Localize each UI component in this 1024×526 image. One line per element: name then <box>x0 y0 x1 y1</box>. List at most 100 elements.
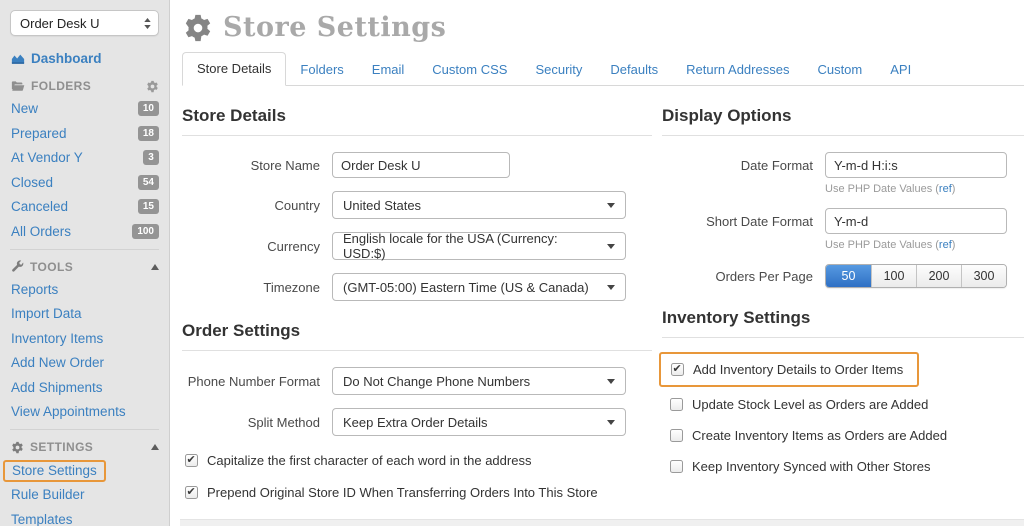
checkbox-keep-inventory-synced[interactable]: Keep Inventory Synced with Other Stores <box>670 459 1024 474</box>
checkbox-label: Prepend Original Store ID When Transferr… <box>207 485 598 500</box>
count-badge: 54 <box>138 175 159 190</box>
count-badge: 15 <box>138 199 159 214</box>
gear-icon <box>183 13 213 43</box>
checkbox-label: Add Inventory Details to Order Items <box>693 362 903 377</box>
dashboard-label: Dashboard <box>31 51 102 66</box>
store-details-heading: Store Details <box>182 106 652 136</box>
php-date-hint: Use PHP Date Values (ref) <box>825 239 1024 251</box>
sidebar-item-import-data[interactable]: Import Data <box>10 304 159 323</box>
sidebar-item-inventory-items[interactable]: Inventory Items <box>10 329 159 348</box>
country-row: Country United States <box>182 191 652 219</box>
checkbox-prepend-store-id[interactable]: Prepend Original Store ID When Transferr… <box>185 485 652 500</box>
ref-link[interactable]: ref <box>939 183 952 195</box>
sidebar-item-closed[interactable]: Closed 54 <box>10 173 159 192</box>
checkbox[interactable] <box>670 398 683 411</box>
tab-return-addresses[interactable]: Return Addresses <box>672 54 803 86</box>
tab-store-details[interactable]: Store Details <box>182 52 286 86</box>
orders-per-page-100[interactable]: 100 <box>871 265 916 287</box>
date-format-label: Date Format <box>662 158 813 173</box>
checkbox[interactable] <box>670 429 683 442</box>
folders-gear-icon[interactable] <box>146 80 159 93</box>
sidebar-item-dashboard[interactable]: Dashboard <box>11 51 159 66</box>
phone-format-select[interactable]: Do Not Change Phone Numbers <box>332 367 626 395</box>
sidebar-item-add-shipments[interactable]: Add Shipments <box>10 378 159 397</box>
collapse-arrow-icon[interactable] <box>151 264 159 270</box>
country-select[interactable]: United States <box>332 191 626 219</box>
sidebar-divider <box>10 249 159 250</box>
count-badge: 3 <box>143 150 159 165</box>
checkbox[interactable] <box>670 460 683 473</box>
store-name-row: Store Name <box>182 152 652 178</box>
date-format-input[interactable] <box>825 152 1007 178</box>
tab-email[interactable]: Email <box>358 54 419 86</box>
sidebar-item-view-appointments[interactable]: View Appointments <box>10 402 159 421</box>
checkbox-label: Update Stock Level as Orders are Added <box>692 397 928 412</box>
inventory-settings-heading: Inventory Settings <box>662 308 1024 338</box>
dashboard-chart-icon <box>11 52 25 66</box>
tab-defaults[interactable]: Defaults <box>596 54 672 86</box>
sidebar-item-new[interactable]: New 10 <box>10 99 159 118</box>
orders-per-page-label: Orders Per Page <box>662 269 813 284</box>
order-settings-heading: Order Settings <box>182 321 652 351</box>
checkbox-update-stock-level[interactable]: Update Stock Level as Orders are Added <box>670 397 1024 412</box>
sidebar: Order Desk U Dashboard FOLDERS N <box>0 0 170 526</box>
sidebar-item-reports[interactable]: Reports <box>10 280 159 299</box>
checkbox-label: Keep Inventory Synced with Other Stores <box>692 459 930 474</box>
sidebar-item-all-orders[interactable]: All Orders 100 <box>10 222 159 241</box>
checkbox[interactable] <box>671 363 684 376</box>
checkbox-capitalize-address[interactable]: Capitalize the first character of each w… <box>185 453 652 468</box>
settings-header-label: SETTINGS <box>30 440 93 454</box>
sidebar-item-templates[interactable]: Templates <box>10 510 159 526</box>
split-method-select[interactable]: Keep Extra Order Details <box>332 408 626 436</box>
chevron-down-icon <box>607 203 615 208</box>
select-updown-icon <box>143 17 152 30</box>
checkbox-add-inventory-details[interactable]: Add Inventory Details to Order Items <box>671 362 903 377</box>
checkbox-create-inventory-items[interactable]: Create Inventory Items as Orders are Add… <box>670 428 1024 443</box>
tab-api[interactable]: API <box>876 54 925 86</box>
app-window: Order Desk U Dashboard FOLDERS N <box>0 0 1024 526</box>
split-method-row: Split Method Keep Extra Order Details <box>182 408 652 436</box>
country-label: Country <box>182 198 320 213</box>
count-badge: 10 <box>138 101 159 116</box>
orders-per-page-50[interactable]: 50 <box>826 265 871 287</box>
sidebar-item-add-new-order[interactable]: Add New Order <box>10 353 159 372</box>
tab-security[interactable]: Security <box>521 54 596 86</box>
short-date-format-input[interactable] <box>825 208 1007 234</box>
store-selector[interactable]: Order Desk U <box>10 10 159 36</box>
orders-per-page-300[interactable]: 300 <box>961 265 1006 287</box>
sidebar-section-settings-header: SETTINGS <box>11 440 159 454</box>
php-date-hint: Use PHP Date Values (ref) <box>825 183 1024 195</box>
timezone-label: Timezone <box>182 280 320 295</box>
display-options-heading: Display Options <box>662 106 1024 136</box>
page-title-text: Store Settings <box>223 12 446 43</box>
checkbox[interactable] <box>185 454 198 467</box>
chevron-down-icon <box>607 420 615 425</box>
tools-header-label: TOOLS <box>30 260 73 274</box>
phone-format-label: Phone Number Format <box>182 374 320 389</box>
timezone-select[interactable]: (GMT-05:00) Eastern Time (US & Canada) <box>332 273 626 301</box>
store-selector-value: Order Desk U <box>20 16 99 31</box>
orders-per-page-200[interactable]: 200 <box>916 265 961 287</box>
sidebar-item-prepared[interactable]: Prepared 18 <box>10 124 159 143</box>
sidebar-item-store-settings[interactable]: Store Settings <box>12 463 97 478</box>
split-method-label: Split Method <box>182 415 320 430</box>
ref-link[interactable]: ref <box>939 239 952 251</box>
sidebar-divider <box>10 429 159 430</box>
folders-header-label: FOLDERS <box>31 79 91 93</box>
tab-folders[interactable]: Folders <box>286 54 357 86</box>
timezone-row: Timezone (GMT-05:00) Eastern Time (US & … <box>182 273 652 301</box>
checkbox-label: Capitalize the first character of each w… <box>207 453 531 468</box>
sidebar-item-at-vendor-y[interactable]: At Vendor Y 3 <box>10 148 159 167</box>
checkbox[interactable] <box>185 486 198 499</box>
count-badge: 18 <box>138 126 159 141</box>
tab-custom-css[interactable]: Custom CSS <box>418 54 521 86</box>
collapse-arrow-icon[interactable] <box>151 444 159 450</box>
currency-select[interactable]: English locale for the USA (Currency: US… <box>332 232 626 260</box>
sidebar-item-rule-builder[interactable]: Rule Builder <box>10 485 159 504</box>
currency-row: Currency English locale for the USA (Cur… <box>182 232 652 260</box>
phone-format-row: Phone Number Format Do Not Change Phone … <box>182 367 652 395</box>
sidebar-item-canceled[interactable]: Canceled 15 <box>10 197 159 216</box>
store-name-label: Store Name <box>182 158 320 173</box>
store-name-input[interactable] <box>332 152 510 178</box>
tab-custom[interactable]: Custom <box>803 54 876 86</box>
